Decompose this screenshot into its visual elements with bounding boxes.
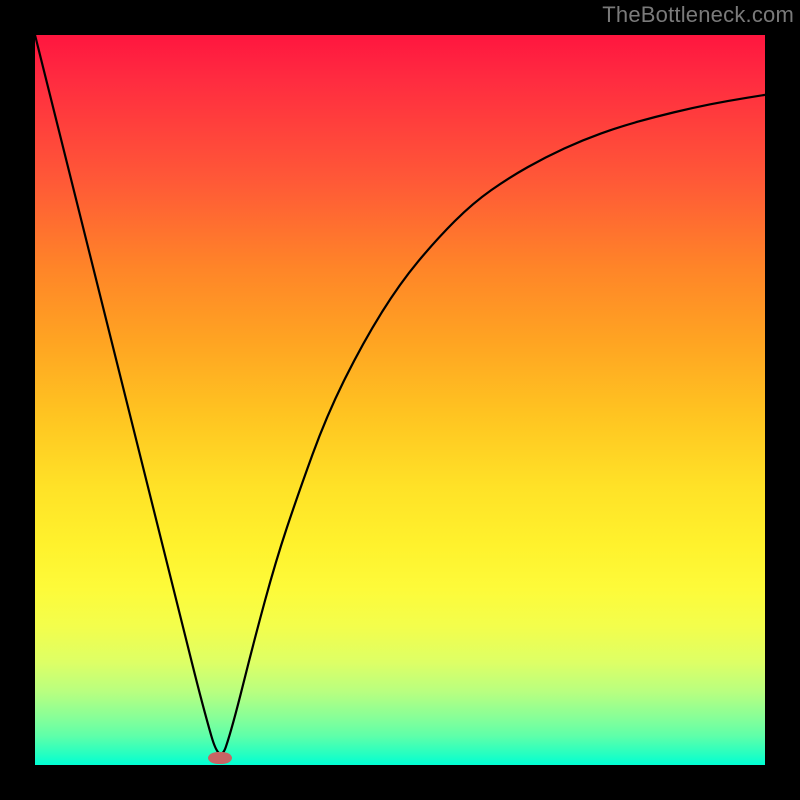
chart-frame xyxy=(0,0,800,800)
watermark-text: TheBottleneck.com xyxy=(602,2,794,28)
bottleneck-curve xyxy=(35,35,765,765)
minimum-marker xyxy=(208,752,232,764)
plot-area xyxy=(35,35,765,765)
